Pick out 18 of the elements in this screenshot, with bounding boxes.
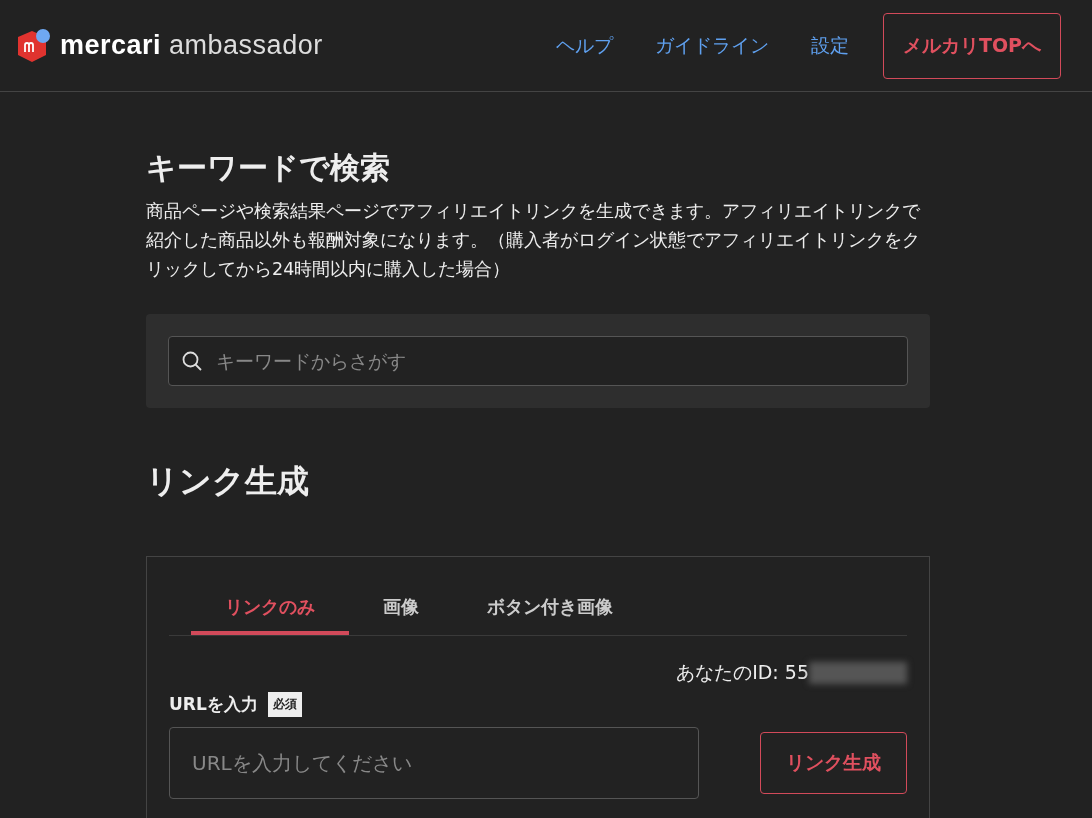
- user-id-text: あなたのID: 55: [676, 660, 809, 685]
- url-input-field[interactable]: URLを入力してください: [169, 727, 699, 799]
- tab[interactable]: ボタン付き画像: [453, 579, 647, 635]
- top-page-button[interactable]: メルカリTOPへ: [882, 12, 1061, 79]
- logo-brand: mercari: [60, 30, 162, 61]
- nav-link[interactable]: ガイドライン: [646, 32, 777, 59]
- field-label: URLを入力: [169, 693, 258, 716]
- nav-link[interactable]: ヘルプ: [547, 32, 621, 59]
- section-title: リンク生成: [146, 461, 310, 502]
- generate-link-button[interactable]: リンク生成: [760, 732, 907, 794]
- required-badge: 必須: [267, 692, 302, 717]
- search-field[interactable]: キーワードからさがす: [168, 336, 908, 386]
- section-title: キーワードで検索: [146, 149, 391, 187]
- nav-link[interactable]: 設定: [802, 32, 857, 59]
- tab[interactable]: リンクのみ: [191, 579, 349, 635]
- description-text: 商品ページや検索結果ページでアフィリエイトリンクを生成できます。アフィリエイトリンクで紹介した商品以外も報酬対象になります。（購入者がログイン状態でアフィリエイトリンクをクリックしてから24時間以内に購入した場合）: [146, 200, 921, 281]
- logo-product: ambassador: [169, 30, 323, 61]
- tab[interactable]: 画像: [349, 579, 453, 635]
